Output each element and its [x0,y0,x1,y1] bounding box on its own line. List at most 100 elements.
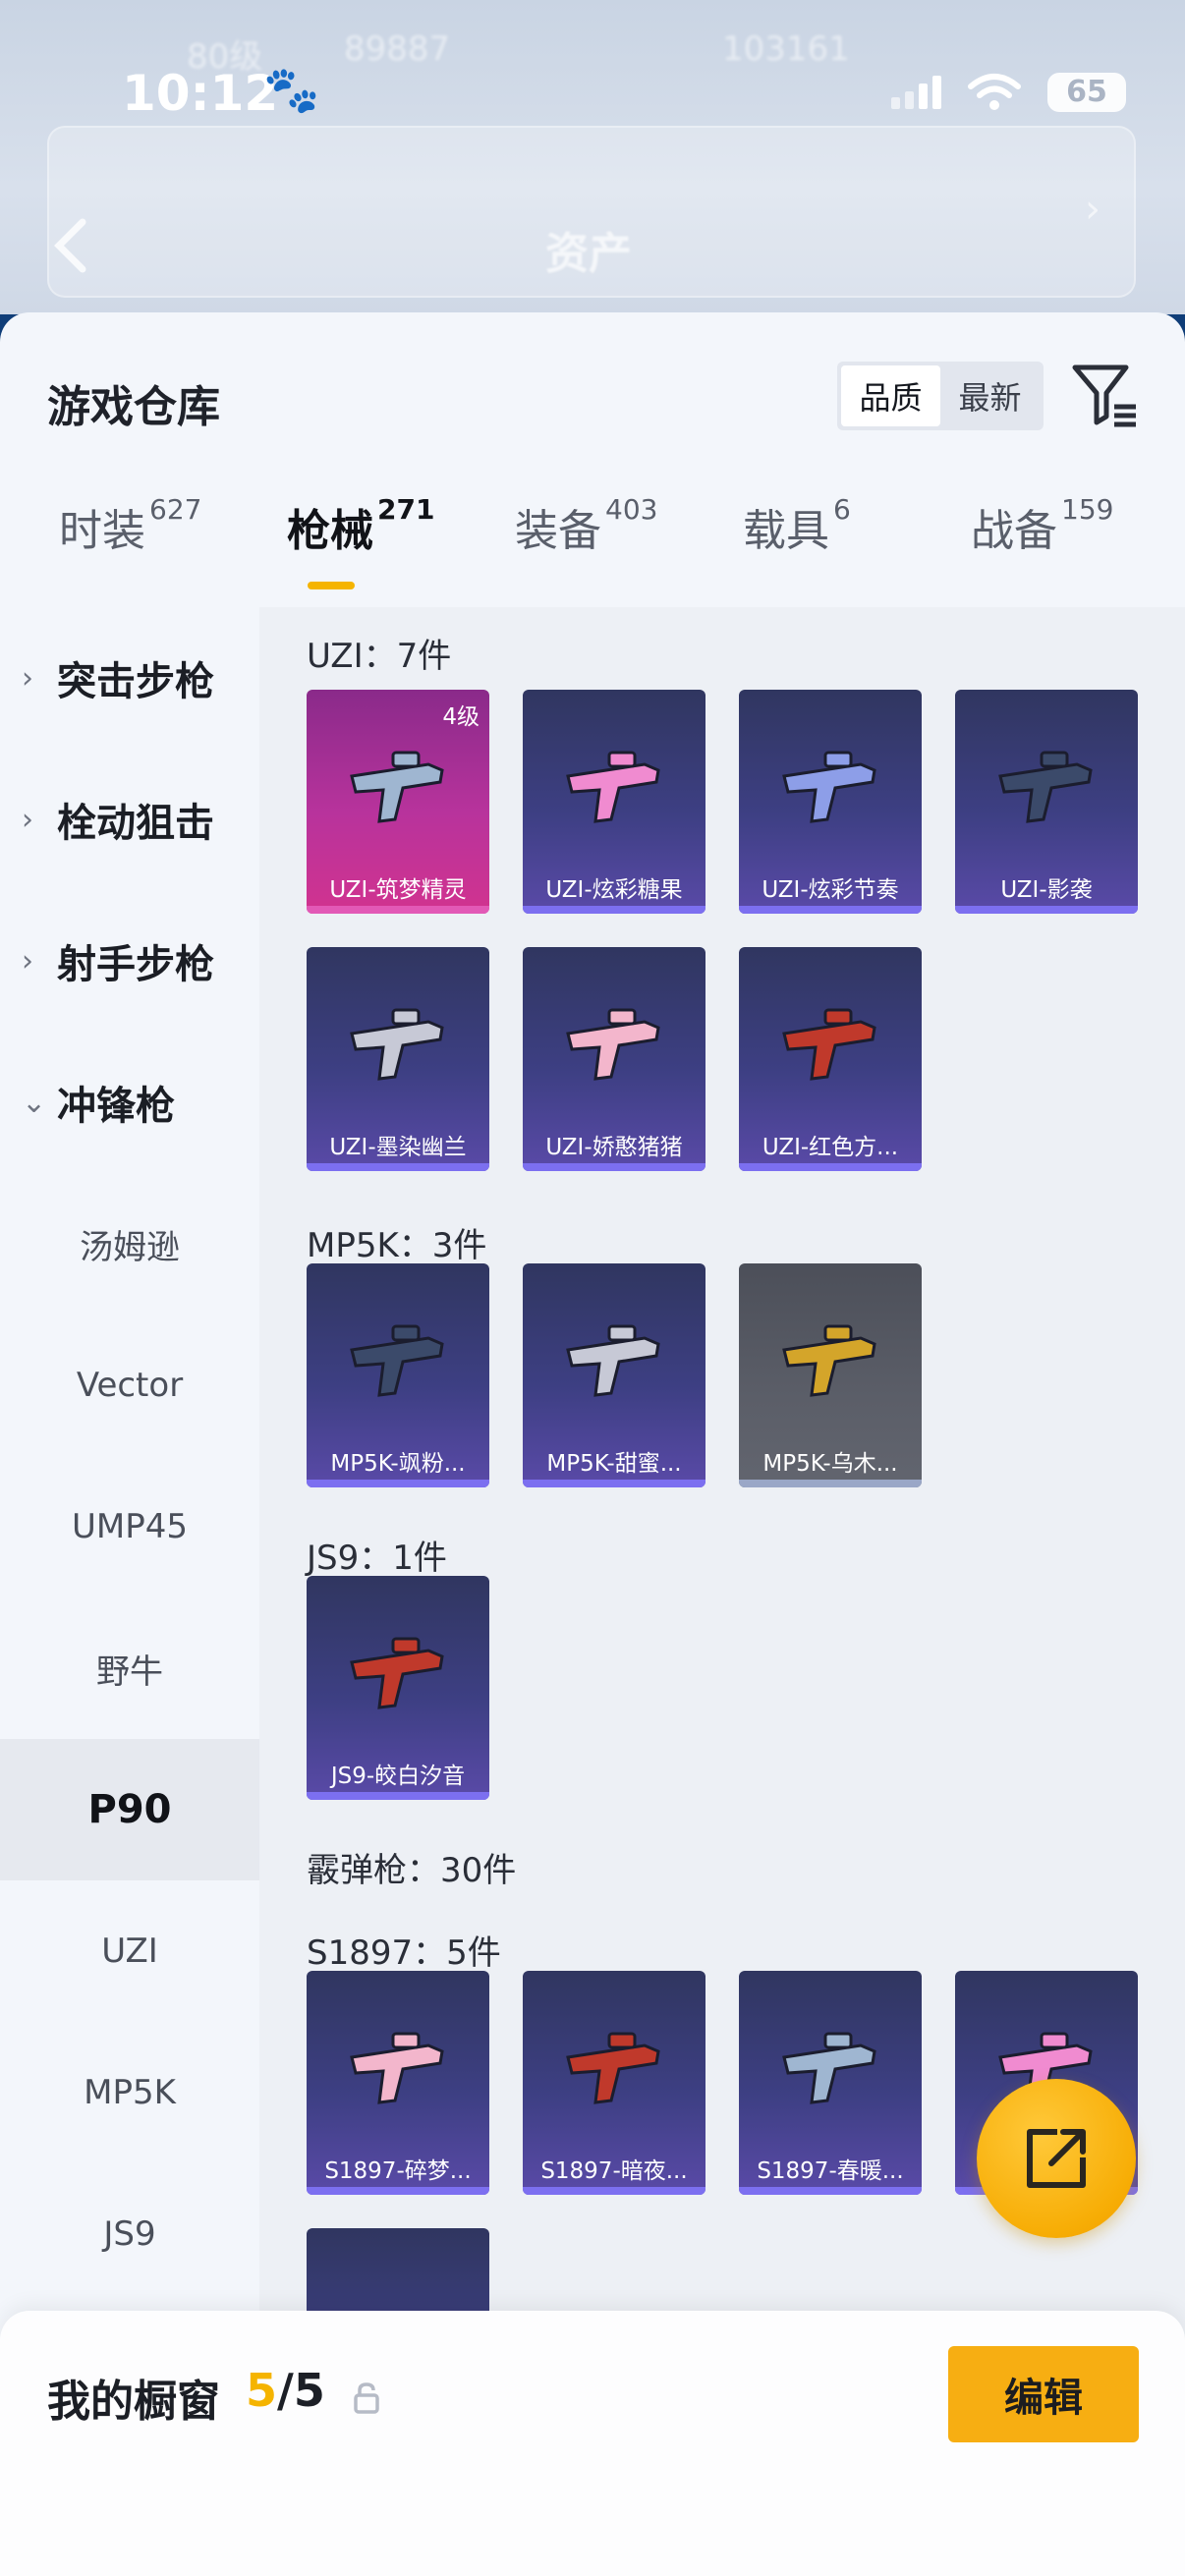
rail-item-uzi[interactable]: UZI [0,1880,259,2022]
rarity-bar [739,1480,922,1487]
weapon-card[interactable]: UZI-影袭 [955,690,1138,914]
rail-item-vector[interactable]: Vector [0,1315,259,1456]
weapon-card[interactable]: MP5K-乌木... [739,1263,922,1487]
weapon-level-badge: 4级 [442,704,480,730]
share-button[interactable] [977,2079,1136,2238]
weapon-name: MP5K-甜蜜... [546,1451,682,1477]
showcase-label: 我的橱窗 [47,2377,220,2427]
weapon-card[interactable]: UZI-红色方... [739,947,922,1171]
edit-button[interactable]: 编辑 [948,2346,1139,2442]
weapon-thumbnail-icon [350,751,444,823]
rarity-bar [307,906,489,914]
weapon-card[interactable]: UZI-炫彩节奏 [739,690,922,914]
rail-item-bizon[interactable]: 野牛 [0,1597,259,1739]
weapon-card[interactable]: S1897-暗夜... [523,1971,705,2195]
tab-count: 627 [149,493,202,526]
weapon-name: UZI-炫彩节奏 [762,877,899,903]
tab-label: 战备 [971,506,1057,556]
rail-item-js9[interactable]: JS9 [0,2163,259,2305]
sort-latest-option[interactable]: 最新 [940,365,1040,426]
weapon-thumbnail-icon [782,2032,876,2104]
paw-icon: 🐾 [263,63,320,116]
weapon-card[interactable]: JS9-皎白汐音 [307,1576,489,1800]
weapon-card[interactable]: UZI-墨染幽兰 [307,947,489,1171]
rail-item-mp5k[interactable]: MP5K [0,2022,259,2163]
rarity-bar [523,906,705,914]
rail-group-label: 冲锋枪 [57,1084,175,1129]
wifi-icon [968,74,1021,110]
status-time: 10:12 [122,65,279,122]
weapon-name: UZI-红色方... [762,1135,899,1160]
rail-group-label: 栓动狙击 [57,801,214,846]
weapon-name: S1897-碎梦... [324,2158,472,2184]
rail-group-bolt-sniper[interactable]: › 栓动狙击 [0,749,259,890]
weapon-thumbnail-icon [782,1324,876,1397]
filter-icon[interactable] [1069,360,1140,430]
chevron-right-icon: › [22,943,33,979]
weapon-thumbnail-icon [782,751,876,823]
rail-group-marksman-rifle[interactable]: › 射手步枪 [0,890,259,1032]
chevron-down-icon: ⌄ [22,1085,47,1120]
weapon-thumbnail-icon [566,2032,660,2104]
ghost-coins-text: 89887 [344,29,451,69]
weapon-thumbnail-icon [350,1637,444,1709]
chevron-right-icon: › [22,802,33,837]
tab-count: 159 [1061,493,1114,526]
weapon-thumbnail-icon [350,1008,444,1081]
rail-item-thompson[interactable]: 汤姆逊 [0,1173,259,1315]
rail-item-label: 野牛 [96,1652,163,1692]
weapon-card[interactable]: MP5K-甜蜜... [523,1263,705,1487]
tab-fashion[interactable]: 时装 627 [59,493,202,558]
weapon-name: UZI-墨染幽兰 [329,1135,467,1160]
tab-firearms[interactable]: 枪械 271 [287,493,435,558]
weapon-card[interactable]: S1897-春暖... [739,1971,922,2195]
section-title-s1897: S1897：5件 [307,1933,501,1973]
rail-item-label: UMP45 [72,1507,188,1546]
weapon-card[interactable]: UZI-炫彩糖果 [523,690,705,914]
weapon-card[interactable]: UZI-筑梦精灵 4级 [307,690,489,914]
rail-item-p90[interactable]: P90 [0,1739,259,1880]
tab-label: 枪械 [287,506,373,556]
tab-label: 时装 [59,506,145,556]
weapon-card[interactable]: UZI-娇憨猪猪 [523,947,705,1171]
weapon-thumbnail-icon [782,1008,876,1081]
tab-label: 载具 [743,506,829,556]
rail-item-label: Vector [76,1366,184,1405]
background-title: 资产 [545,229,632,279]
showcase-current: 5 [246,2364,278,2417]
ghost-coins-2-text: 103161 [722,29,850,69]
rail-item-label: P90 [87,1787,172,1832]
tab-count: 6 [833,493,851,526]
tab-equipment[interactable]: 装备 403 [515,493,657,558]
tab-supplies[interactable]: 战备 159 [971,493,1114,558]
weapon-name: UZI-炫彩糖果 [545,877,683,903]
section-title-js9: JS9：1件 [307,1539,447,1578]
weapon-card[interactable]: MP5K-飒粉... [307,1263,489,1487]
showcase-count: 5/5 [246,2364,325,2417]
share-icon [1027,2129,1086,2188]
battery-icon: 65 [1047,73,1126,112]
section-title-uzi: UZI：7件 [307,637,452,676]
rail-group-assault-rifle[interactable]: › 突击步枪 [0,607,259,749]
tab-count: 271 [377,493,435,526]
rarity-bar [307,1480,489,1487]
sort-quality-option[interactable]: 品质 [841,365,940,426]
weapon-name: S1897-春暖... [757,2158,904,2184]
warehouse-sheet: 游戏仓库 品质 最新 时装 627 枪械 271 装备 403 载具 6 战备 … [0,312,1185,2576]
rarity-bar [739,1163,922,1171]
rail-item-label: JS9 [103,2214,156,2254]
weapon-thumbnail-icon [350,2032,444,2104]
rail-group-smg[interactable]: ⌄ 冲锋枪 [0,1032,259,1173]
back-icon[interactable] [51,216,90,275]
weapon-name: S1897-暗夜... [540,2158,688,2184]
weapon-card[interactable]: S1897-碎梦... [307,1971,489,2195]
weapon-thumbnail-icon [998,751,1093,823]
weapon-thumbnail-icon [566,1008,660,1081]
weapon-name: MP5K-飒粉... [330,1451,466,1477]
tab-vehicles[interactable]: 载具 6 [743,493,851,558]
subcategory-rail: › 突击步枪 › 栓动狙击 › 射手步枪 ⌄ 冲锋枪 汤姆逊 Vector UM… [0,607,259,2376]
weapon-thumbnail-icon [566,1324,660,1397]
rail-group-label: 射手步枪 [57,942,214,987]
rail-item-ump45[interactable]: UMP45 [0,1456,259,1597]
chevron-right-icon: › [22,660,33,696]
